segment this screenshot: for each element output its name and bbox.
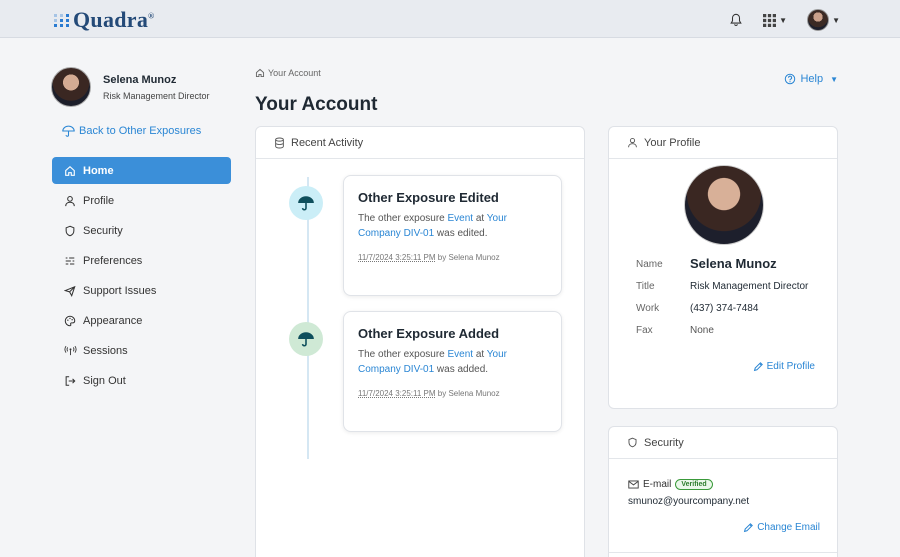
pencil-icon	[744, 523, 754, 533]
user-summary: Selena Munoz Risk Management Director	[51, 67, 210, 107]
event-meta: 11/7/2024 3:25:11 PM by Selena Munoz	[358, 389, 500, 398]
profile-work-phone: (437) 374-7484	[690, 303, 759, 314]
avatar	[51, 67, 91, 107]
profile-fax: None	[690, 325, 714, 336]
list-settings-icon	[63, 255, 77, 267]
verified-badge: Verified	[675, 479, 713, 490]
title-label: Title	[636, 281, 655, 292]
fax-label: Fax	[636, 325, 653, 336]
card-header: Your Profile	[609, 127, 837, 159]
event-timestamp: 11/7/2024 3:25:11 PM	[358, 253, 436, 262]
sidebar-item-home[interactable]: Home	[52, 157, 231, 184]
logo-text: Quadra®	[73, 7, 155, 32]
sidebar-item-profile[interactable]: Profile	[52, 187, 231, 214]
security-card: Security E-mail Verified smunoz@yourcomp…	[608, 426, 838, 557]
chevron-down-icon: ▼	[832, 15, 840, 25]
divider	[609, 552, 837, 553]
home-icon	[63, 165, 77, 177]
event-description: The other exposure Event at Your Company…	[358, 213, 508, 239]
sidebar-item-appearance[interactable]: Appearance	[52, 307, 231, 334]
name-label: Name	[636, 259, 663, 270]
activity-event: Other Exposure Edited The other exposure…	[343, 175, 562, 296]
breadcrumb: Your Account	[255, 68, 321, 78]
top-bar: Quadra® ▼ ▼	[0, 0, 900, 38]
event-link[interactable]: Event	[448, 213, 474, 224]
bell-icon[interactable]	[729, 13, 743, 27]
change-email-link[interactable]: Change Email	[743, 522, 820, 533]
profile-title: Risk Management Director	[690, 281, 809, 292]
broadcast-icon	[63, 345, 77, 357]
send-icon	[63, 285, 77, 297]
user-menu-button[interactable]: ▼	[807, 9, 840, 31]
user-name: Selena Munoz	[103, 73, 177, 86]
shield-icon	[628, 437, 637, 448]
activity-event: Other Exposure Added The other exposure …	[343, 311, 562, 432]
chevron-down-icon: ▼	[779, 15, 788, 25]
work-label: Work	[636, 303, 660, 314]
user-icon	[63, 195, 77, 207]
sidebar-item-security[interactable]: Security	[52, 217, 231, 244]
shield-icon	[63, 225, 77, 237]
umbrella-icon	[289, 322, 323, 356]
pencil-icon	[753, 362, 763, 372]
sidebar-item-sign-out[interactable]: Sign Out	[52, 367, 231, 394]
sidebar-item-support-issues[interactable]: Support Issues	[52, 277, 231, 304]
top-actions: ▼ ▼	[729, 9, 840, 31]
card-header: Security	[609, 427, 837, 459]
chevron-down-icon: ▼	[830, 74, 838, 84]
breadcrumb-item[interactable]: Your Account	[268, 68, 321, 78]
profile-name: Selena Munoz	[690, 256, 777, 271]
back-to-other-exposures-link[interactable]: Back to Other Exposures	[62, 125, 201, 137]
event-link[interactable]: Event	[448, 349, 474, 360]
edit-profile-link[interactable]: Edit Profile	[753, 361, 815, 372]
page-title: Your Account	[255, 94, 378, 115]
your-profile-card: Your Profile Name Selena Munoz Title Ris…	[608, 126, 838, 409]
apps-grid-button[interactable]: ▼	[763, 13, 788, 27]
umbrella-icon	[289, 186, 323, 220]
sidebar-item-sessions[interactable]: Sessions	[52, 337, 231, 364]
sidebar-nav: Home Profile Security Preferences Suppor…	[52, 157, 231, 397]
database-icon	[275, 137, 284, 148]
sidebar: Selena Munoz Risk Management Director Ba…	[0, 39, 245, 557]
avatar	[807, 9, 830, 31]
help-menu-button[interactable]: Help ▼	[784, 73, 838, 85]
card-header: Recent Activity	[256, 127, 584, 159]
event-description: The other exposure Event at Your Company…	[358, 349, 508, 375]
event-timestamp: 11/7/2024 3:25:11 PM	[358, 389, 436, 398]
question-circle-icon	[785, 73, 796, 85]
event-title: Other Exposure Edited	[358, 190, 499, 205]
email-label: E-mail Verified	[628, 479, 713, 490]
apps-grid-icon	[763, 13, 777, 27]
event-title: Other Exposure Added	[358, 326, 500, 341]
profile-photo	[684, 165, 764, 245]
mail-icon	[628, 480, 639, 489]
app-logo[interactable]: Quadra®	[54, 7, 154, 33]
user-role: Risk Management Director	[103, 90, 210, 101]
home-icon	[255, 68, 265, 78]
user-icon	[628, 137, 637, 148]
palette-icon	[63, 315, 77, 327]
event-meta: 11/7/2024 3:25:11 PM by Selena Munoz	[358, 253, 500, 262]
logo-mark-icon	[54, 13, 70, 27]
sidebar-item-preferences[interactable]: Preferences	[52, 247, 231, 274]
recent-activity-card: Recent Activity Other Exposure Edited Th…	[255, 126, 585, 557]
sign-out-icon	[63, 375, 77, 387]
umbrella-icon	[62, 125, 75, 137]
email-address: smunoz@yourcompany.net	[628, 496, 750, 507]
